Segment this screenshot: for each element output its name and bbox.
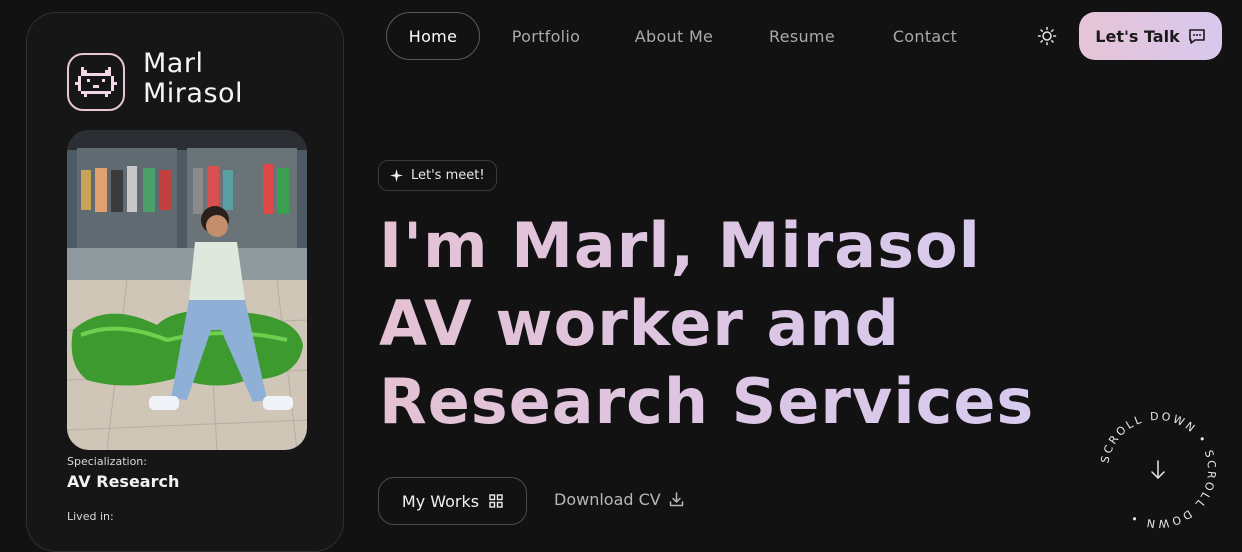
nav-resume[interactable]: Resume [756,12,848,60]
scroll-down-indicator[interactable]: SCROLL DOWN • SCROLL DOWN • [1098,410,1218,531]
hero-line-2: AV worker and [379,285,1034,363]
download-icon [669,492,683,507]
badge-label: Let's meet! [411,168,485,183]
pixel-cat-icon [75,67,117,97]
my-works-label: My Works [401,491,480,511]
theme-toggle-button[interactable] [1032,21,1062,51]
profile-last-name: Mirasol [143,78,244,109]
profile-photo [67,130,307,450]
lived-in-label: Lived in: [67,510,114,523]
nav-about-me[interactable]: About Me [620,12,728,60]
lets-talk-button[interactable]: Let's Talk [1079,12,1222,60]
grid-icon [489,494,503,508]
arrow-down-icon [1151,460,1165,479]
download-cv-button[interactable]: Download CV [554,490,684,509]
lets-meet-badge: Let's meet! [378,160,497,191]
specialization-value: AV Research [67,472,180,491]
sun-icon [1037,26,1057,46]
hero-line-1: I'm Marl, Mirasol [379,207,1034,285]
download-cv-label: Download CV [554,490,661,509]
chat-icon [1188,29,1205,44]
profile-name: Marl Mirasol [143,49,243,109]
nav-contact[interactable]: Contact [876,12,974,60]
nav-portfolio[interactable]: Portfolio [498,12,594,60]
hero-line-3: Research Services [379,363,1034,441]
profile-first-name: Marl [143,48,204,79]
sparkle-icon [390,169,403,182]
nav-home[interactable]: Home [386,12,480,60]
hero-headline: I'm Marl, Mirasol AV worker and Research… [379,207,1034,441]
lets-talk-label: Let's Talk [1095,26,1180,46]
profile-card: Marl Mirasol Specialization: AV Research… [26,12,344,552]
specialization-label: Specialization: [67,455,147,468]
logo-avatar[interactable] [67,53,125,111]
